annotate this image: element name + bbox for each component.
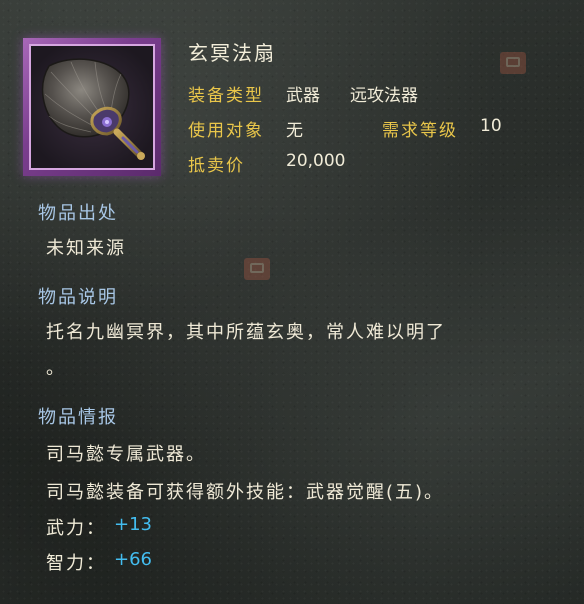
level-value: 10 (480, 116, 502, 136)
description-line-2: 。 (46, 358, 66, 379)
stat-intellect-value: +66 (114, 549, 152, 570)
target-label: 使用对象 (188, 121, 264, 141)
price-value: 20,000 (286, 151, 346, 171)
price-label: 抵卖价 (188, 156, 245, 176)
item-icon-frame[interactable] (23, 38, 161, 176)
feather-fan-icon (31, 46, 153, 168)
stat-strength-value: +13 (114, 514, 152, 535)
level-label: 需求等级 (382, 121, 458, 141)
item-tooltip-panel: 玄冥法扇 装备类型 武器 远攻法器 使用对象 无 需求等级 10 抵卖价 20,… (0, 0, 584, 604)
origin-header: 物品出处 (38, 203, 118, 224)
stat-intellect-label: 智力： (46, 553, 106, 574)
stat-strength-label: 武力： (46, 518, 106, 539)
equip-subtype-value: 远攻法器 (350, 86, 418, 106)
equip-type-label: 装备类型 (188, 86, 264, 106)
seal-icon (244, 258, 270, 280)
item-name: 玄冥法扇 (188, 41, 276, 65)
seal-icon (500, 52, 526, 74)
background-watermark (500, 52, 526, 74)
description-header: 物品说明 (38, 287, 118, 308)
item-icon-slot (29, 44, 155, 170)
info-line-1: 司马懿专属武器。 (46, 444, 206, 465)
info-line-2: 司马懿装备可获得额外技能：武器觉醒(五)。 (46, 482, 445, 503)
target-value: 无 (286, 121, 303, 141)
origin-text: 未知来源 (46, 238, 126, 259)
background-watermark (244, 258, 270, 280)
description-line-1: 托名九幽冥界，其中所蕴玄奥，常人难以明了 (46, 322, 446, 343)
info-header: 物品情报 (38, 407, 118, 428)
equip-type-value: 武器 (286, 86, 320, 106)
